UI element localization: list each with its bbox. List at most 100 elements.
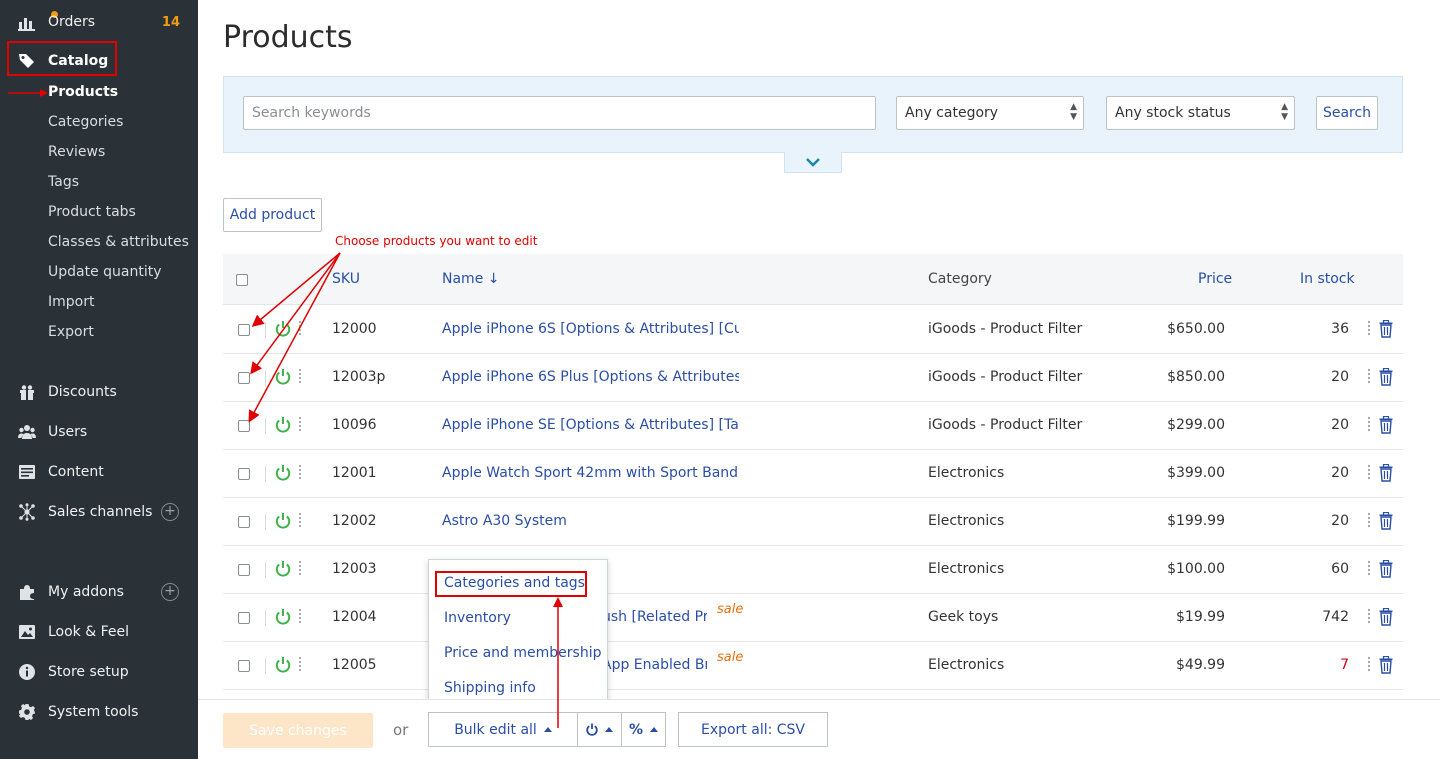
row-more-dots-icon[interactable] bbox=[1368, 511, 1371, 531]
row-product-name[interactable]: Apple iPhone 6S [Options & Attributes] [… bbox=[442, 321, 739, 337]
row-price[interactable]: $850.00 bbox=[1125, 369, 1225, 385]
bulk-enable-toggle-button[interactable] bbox=[577, 712, 622, 747]
row-more-dots-icon[interactable] bbox=[1368, 463, 1371, 483]
trash-icon[interactable] bbox=[1379, 560, 1393, 578]
row-product-name[interactable]: ush [Related Pr bbox=[602, 609, 707, 625]
row-product-name[interactable]: Apple Watch Sport 42mm with Sport Band bbox=[442, 465, 739, 481]
sidebar-item-look-feel[interactable]: Look & Feel bbox=[0, 617, 198, 647]
row-checkbox[interactable] bbox=[238, 660, 250, 672]
row-price[interactable]: $399.00 bbox=[1125, 465, 1225, 481]
caret-up-icon bbox=[605, 727, 613, 732]
sidebar-item-my-addons[interactable]: My addons + bbox=[0, 577, 198, 607]
row-stock[interactable]: 20 bbox=[1253, 369, 1349, 385]
column-header-category: Category bbox=[928, 271, 992, 287]
sidebar-subitem-import[interactable]: Import bbox=[48, 294, 94, 310]
sidebar-item-system-tools[interactable]: System tools bbox=[0, 697, 198, 727]
row-price[interactable]: $650.00 bbox=[1125, 321, 1225, 337]
row-more-dots-icon[interactable] bbox=[1368, 607, 1371, 627]
sidebar-subitem-products[interactable]: Products bbox=[48, 84, 118, 100]
trash-icon[interactable] bbox=[1379, 512, 1393, 530]
row-price[interactable]: $49.99 bbox=[1125, 657, 1225, 673]
row-product-name[interactable]: Astro A30 System bbox=[442, 513, 739, 529]
row-actions-dots-icon[interactable] bbox=[299, 463, 302, 483]
search-input[interactable] bbox=[243, 96, 876, 130]
expand-filters-toggle[interactable] bbox=[784, 152, 842, 173]
sidebar-subitem-update-quantity[interactable]: Update quantity bbox=[48, 264, 162, 280]
power-icon[interactable] bbox=[275, 656, 291, 674]
row-actions-dots-icon[interactable] bbox=[299, 655, 302, 675]
add-sales-channel-icon[interactable]: + bbox=[161, 503, 179, 521]
row-stock[interactable]: 20 bbox=[1253, 513, 1349, 529]
sidebar-subitem-classes-attributes[interactable]: Classes & attributes bbox=[48, 234, 189, 250]
row-stock[interactable]: 36 bbox=[1253, 321, 1349, 337]
sidebar-subitem-reviews[interactable]: Reviews bbox=[48, 144, 105, 160]
power-icon[interactable] bbox=[275, 512, 291, 530]
export-csv-button[interactable]: Export all: CSV bbox=[678, 712, 828, 747]
sidebar-subitem-export[interactable]: Export bbox=[48, 324, 94, 340]
row-more-dots-icon[interactable] bbox=[1368, 415, 1371, 435]
row-actions-dots-icon[interactable] bbox=[299, 511, 302, 531]
bulk-discount-button[interactable]: % bbox=[621, 712, 666, 747]
save-changes-button[interactable]: Save changes bbox=[223, 713, 373, 748]
row-more-dots-icon[interactable] bbox=[1368, 367, 1371, 387]
column-header-stock[interactable]: In stock bbox=[1300, 271, 1355, 287]
trash-icon[interactable] bbox=[1379, 656, 1393, 674]
row-stock[interactable]: 60 bbox=[1253, 561, 1349, 577]
row-divider bbox=[265, 466, 266, 482]
row-more-dots-icon[interactable] bbox=[1368, 655, 1371, 675]
sidebar-subitem-product-tabs[interactable]: Product tabs bbox=[48, 204, 136, 220]
sidebar-item-label: Discounts bbox=[48, 384, 117, 400]
row-actions-dots-icon[interactable] bbox=[299, 559, 302, 579]
category-select[interactable]: Any category ▲ ▼ bbox=[896, 96, 1084, 130]
row-price[interactable]: $299.00 bbox=[1125, 417, 1225, 433]
trash-icon[interactable] bbox=[1379, 464, 1393, 482]
row-product-name[interactable]: Apple iPhone 6S Plus [Options & Attribut… bbox=[442, 369, 739, 385]
row-more-dots-icon[interactable] bbox=[1368, 559, 1371, 579]
row-stock[interactable]: 20 bbox=[1253, 465, 1349, 481]
column-header-name[interactable]: Name ↓ bbox=[442, 271, 499, 287]
row-product-name[interactable]: Apple iPhone SE [Options & Attributes] [… bbox=[442, 417, 739, 433]
sidebar-item-discounts[interactable]: Discounts bbox=[0, 377, 198, 407]
sidebar-item-sales-channels[interactable]: Sales channels + bbox=[0, 497, 198, 527]
menu-item-inventory[interactable]: Inventory bbox=[444, 610, 511, 626]
stock-status-select[interactable]: Any stock status ▲ ▼ bbox=[1106, 96, 1295, 130]
power-icon[interactable] bbox=[275, 608, 291, 626]
row-sku: 12001 bbox=[332, 465, 377, 481]
menu-item-price-membership[interactable]: Price and membership bbox=[444, 645, 601, 661]
sidebar-item-label: Content bbox=[48, 464, 104, 480]
row-price[interactable]: $199.99 bbox=[1125, 513, 1225, 529]
sidebar-item-store-setup[interactable]: Store setup bbox=[0, 657, 198, 687]
row-sku: 12003 bbox=[332, 561, 377, 577]
sidebar-item-users[interactable]: Users bbox=[0, 417, 198, 447]
row-actions-dots-icon[interactable] bbox=[299, 607, 302, 627]
search-button[interactable]: Search bbox=[1316, 96, 1378, 130]
column-header-price[interactable]: Price bbox=[1198, 271, 1232, 287]
sidebar-subitem-categories[interactable]: Categories bbox=[48, 114, 123, 130]
row-stock[interactable]: 742 bbox=[1253, 609, 1349, 625]
add-addon-icon[interactable]: + bbox=[161, 583, 179, 601]
row-price[interactable]: $19.99 bbox=[1125, 609, 1225, 625]
row-checkbox[interactable] bbox=[238, 516, 250, 528]
sidebar-item-content[interactable]: Content bbox=[0, 457, 198, 487]
sidebar-item-orders[interactable]: Orders 14 bbox=[0, 7, 198, 37]
trash-icon[interactable] bbox=[1379, 608, 1393, 626]
power-icon[interactable] bbox=[275, 560, 291, 578]
table-header: SKU Name ↓ Category Price In stock bbox=[223, 254, 1403, 305]
menu-item-categories-tags[interactable]: Categories and tags bbox=[444, 575, 585, 591]
row-price[interactable]: $100.00 bbox=[1125, 561, 1225, 577]
sidebar-subitem-tags[interactable]: Tags bbox=[48, 174, 79, 190]
row-checkbox[interactable] bbox=[238, 564, 250, 576]
row-checkbox[interactable] bbox=[238, 468, 250, 480]
add-product-button[interactable]: Add product bbox=[223, 198, 322, 232]
power-icon[interactable] bbox=[275, 464, 291, 482]
row-product-name[interactable]: App Enabled Br bbox=[602, 657, 707, 673]
row-more-dots-icon[interactable] bbox=[1368, 319, 1371, 339]
trash-icon[interactable] bbox=[1379, 368, 1393, 386]
trash-icon[interactable] bbox=[1379, 416, 1393, 434]
menu-item-shipping-info[interactable]: Shipping info bbox=[444, 680, 536, 696]
row-checkbox[interactable] bbox=[238, 612, 250, 624]
row-stock[interactable]: 20 bbox=[1253, 417, 1349, 433]
row-divider bbox=[265, 658, 266, 674]
trash-icon[interactable] bbox=[1379, 320, 1393, 338]
row-stock[interactable]: 7 bbox=[1253, 657, 1349, 673]
